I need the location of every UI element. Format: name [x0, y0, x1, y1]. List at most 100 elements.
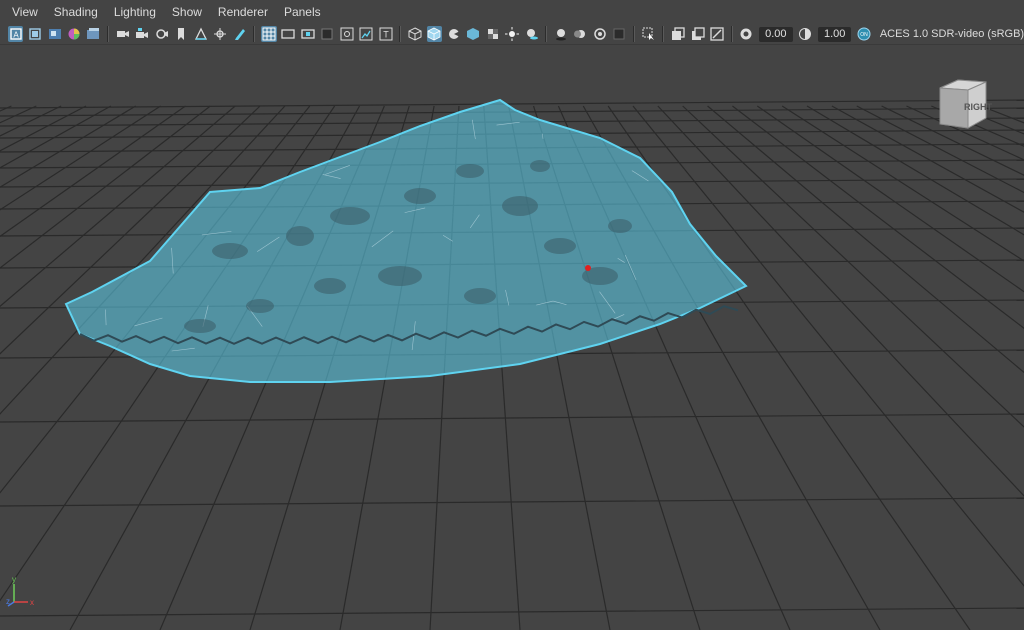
resolution-gate-icon[interactable]	[300, 26, 315, 42]
mesh-cavity	[246, 299, 274, 313]
grid-line	[881, 105, 1024, 176]
mesh-cavity	[608, 219, 632, 233]
toolbar-separator	[107, 26, 110, 42]
grid-line	[0, 105, 161, 211]
menu-show[interactable]: Show	[164, 0, 210, 24]
viewport-toolbar: A T 0.00 1.00 ON ACES 1.0 SDR-video (sRG…	[0, 24, 1024, 45]
menu-panels[interactable]: Panels	[276, 0, 329, 24]
isolate-select-icon[interactable]	[641, 26, 656, 42]
mesh-cavity	[456, 164, 484, 178]
mesh-cavity	[502, 196, 538, 216]
toolbar-separator	[253, 26, 256, 42]
menu-renderer[interactable]: Renderer	[210, 0, 276, 24]
toolbar-separator	[633, 26, 635, 42]
2d-pan-icon[interactable]	[212, 26, 227, 42]
menu-lighting[interactable]: Lighting	[106, 0, 164, 24]
mesh-cavity	[530, 160, 550, 172]
toolbar-separator	[399, 26, 402, 42]
motion-blur-icon[interactable]	[573, 26, 588, 42]
menu-shading[interactable]: Shading	[46, 0, 106, 24]
svg-text:A: A	[13, 31, 19, 40]
depth-of-field-icon[interactable]	[612, 26, 627, 42]
xray-icon[interactable]	[670, 26, 685, 42]
menu-view[interactable]: View	[4, 0, 46, 24]
axis-x-label: x	[30, 598, 34, 607]
axis-y-label: y	[12, 575, 16, 584]
select-camera-icon[interactable]: A	[8, 26, 24, 42]
grid-line	[931, 105, 1024, 147]
3d-viewport[interactable]: RIGHT y x z	[0, 46, 1024, 630]
mesh-cavity	[330, 207, 370, 225]
default-material-icon[interactable]	[446, 26, 461, 42]
gamma-field[interactable]: 1.00	[817, 26, 852, 42]
grid-line	[0, 497, 1024, 507]
camera-bookmark-icon[interactable]	[154, 26, 169, 42]
grid-line	[955, 105, 1024, 135]
wireframe-icon[interactable]	[407, 26, 422, 42]
camera-icon[interactable]	[115, 26, 130, 42]
image-plane-icon[interactable]	[66, 26, 81, 42]
axis-gizmo: y x z	[6, 575, 34, 607]
smooth-shade-icon[interactable]	[426, 26, 443, 42]
grid-line	[980, 105, 1024, 124]
color-management-badge: ON	[860, 32, 868, 38]
mesh-cavity	[314, 278, 346, 294]
mesh-cavity	[544, 238, 576, 254]
gate-mask-icon[interactable]	[320, 26, 335, 42]
menubar: View Shading Lighting Show Renderer Pane…	[0, 0, 1024, 24]
grid-line	[632, 105, 1024, 587]
grid-line	[657, 105, 1024, 497]
checker-icon[interactable]	[485, 26, 500, 42]
mesh-cavity	[286, 226, 314, 246]
grid-line	[0, 105, 12, 112]
grid-line	[682, 105, 1024, 428]
anti-aliasing-icon[interactable]	[592, 26, 607, 42]
grid-line	[0, 105, 137, 188]
toolbar-separator	[730, 26, 733, 42]
mesh-cavity	[464, 288, 496, 304]
mesh-cavity	[184, 319, 216, 333]
mesh-cavity	[212, 243, 248, 259]
film-gate-icon[interactable]	[281, 26, 296, 42]
mesh-cavity	[378, 266, 422, 286]
bookmark-flag-icon[interactable]	[173, 26, 188, 42]
2d-pan-zoom-icon[interactable]	[86, 26, 101, 42]
bookmark-icon[interactable]	[47, 26, 62, 42]
gamma-icon[interactable]	[798, 26, 813, 42]
textured-icon[interactable]	[466, 26, 481, 42]
shadows-icon[interactable]	[524, 26, 539, 42]
color-management-icon[interactable]: ON	[856, 26, 871, 42]
camera-attributes-icon[interactable]	[27, 26, 42, 42]
wireframe-mesh[interactable]	[64, 98, 748, 383]
exposure-field[interactable]: 0.00	[759, 26, 793, 42]
safe-action-icon[interactable]	[358, 26, 373, 42]
exposure-icon[interactable]	[739, 26, 754, 42]
viewcube-label: RIGHT	[964, 102, 993, 112]
color-space-label[interactable]: ACES 1.0 SDR-video (sRGB)	[880, 28, 1024, 40]
xray-components-icon[interactable]	[709, 26, 724, 42]
grid-line	[781, 105, 1024, 262]
toolbar-separator	[545, 26, 548, 42]
grid-line	[756, 105, 1024, 293]
scene-canvas[interactable]	[0, 46, 1024, 630]
grid-line	[0, 105, 62, 137]
view-cube[interactable]: RIGHT	[930, 72, 994, 136]
grid-line	[732, 105, 1024, 329]
selected-vertex[interactable]	[585, 265, 591, 271]
lighting-icon[interactable]	[504, 26, 520, 42]
ambient-occlusion-icon[interactable]	[553, 26, 568, 42]
xray-joints-icon[interactable]	[690, 26, 705, 42]
grid-line	[0, 105, 112, 169]
grease-pencil-icon[interactable]	[232, 26, 247, 42]
grid-line	[0, 413, 1024, 423]
axis-z-label: z	[6, 597, 10, 606]
svg-text:T: T	[383, 30, 389, 40]
safe-title-icon[interactable]: T	[378, 26, 393, 42]
lock-camera-icon[interactable]	[135, 26, 150, 42]
grid-icon[interactable]	[261, 26, 277, 42]
image-plane-toggle-icon[interactable]	[193, 26, 208, 42]
mesh-cavity	[404, 188, 436, 204]
toolbar-separator	[662, 26, 665, 42]
grid-line	[906, 105, 1024, 161]
field-chart-icon[interactable]	[339, 26, 354, 42]
